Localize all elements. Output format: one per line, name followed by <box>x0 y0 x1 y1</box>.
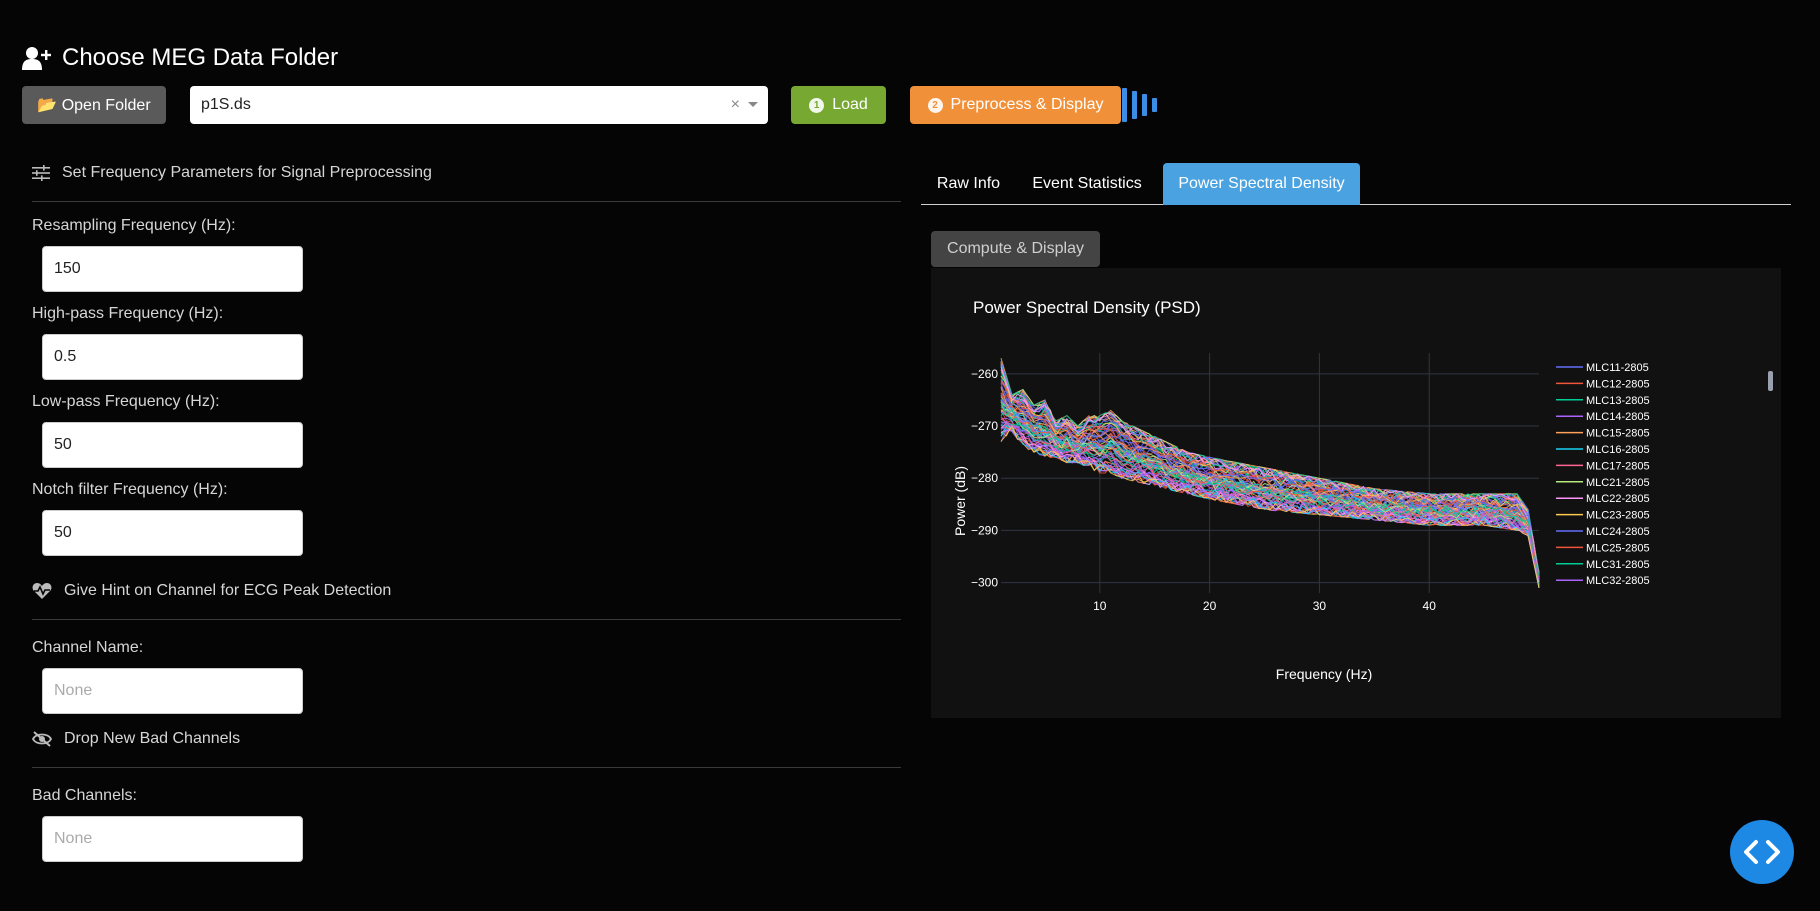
eye-slash-icon <box>32 731 52 747</box>
clear-icon[interactable]: × <box>731 96 740 114</box>
divider <box>32 767 901 768</box>
tab-bar: Raw Info Event Statistics Power Spectral… <box>921 163 1791 205</box>
legend-item[interactable]: MLC21-2805 <box>1586 477 1650 489</box>
load-label: Load <box>832 96 868 113</box>
step-two-icon: 2 <box>927 97 943 113</box>
legend-item[interactable]: MLC17-2805 <box>1586 460 1650 472</box>
psd-trace <box>1000 364 1540 578</box>
code-toggle-button[interactable] <box>1730 820 1794 884</box>
chart-title: Power Spectral Density (PSD) <box>973 298 1201 317</box>
bad-channels-label: Bad Channels: <box>32 787 137 804</box>
page-title: Choose MEG Data Folder <box>62 44 339 71</box>
settings-panel: Set Frequency Parameters for Signal Prep… <box>32 160 901 862</box>
resampling-frequency-input[interactable] <box>42 246 303 292</box>
frequency-section-header: Set Frequency Parameters for Signal Prep… <box>32 160 901 186</box>
highpass-frequency-input[interactable] <box>42 334 303 380</box>
legend-item[interactable]: MLC15-2805 <box>1586 428 1650 440</box>
psd-trace <box>1000 371 1540 577</box>
psd-trace <box>1000 382 1540 577</box>
y-tick-label: −290 <box>971 523 998 537</box>
legend-item[interactable]: MLC14-2805 <box>1586 411 1650 423</box>
x-axis-label: Frequency (Hz) <box>1276 666 1372 682</box>
bad-channels-section-header: Drop New Bad Channels <box>32 726 901 752</box>
preprocess-display-button[interactable]: 2 Preprocess & Display <box>910 86 1121 124</box>
frequency-section-title: Set Frequency Parameters for Signal Prep… <box>62 164 432 181</box>
sliders-icon <box>32 165 50 181</box>
step-one-icon: 1 <box>809 97 825 113</box>
tab-label: Event Statistics <box>1032 175 1142 192</box>
highpass-label: High-pass Frequency (Hz): <box>32 305 224 322</box>
psd-trace <box>1000 387 1540 575</box>
y-tick-label: −300 <box>971 576 998 590</box>
legend-item[interactable]: MLC16-2805 <box>1586 444 1650 456</box>
tab-raw-info[interactable]: Raw Info <box>921 163 1016 205</box>
x-tick-label: 30 <box>1313 599 1327 613</box>
psd-trace <box>1000 381 1540 580</box>
loading-spinner-icon <box>1122 86 1157 124</box>
legend-item[interactable]: MLC23-2805 <box>1586 510 1650 522</box>
legend-item[interactable]: MLC31-2805 <box>1586 559 1650 571</box>
lowpass-label: Low-pass Frequency (Hz): <box>32 393 220 410</box>
code-brackets-icon <box>1744 840 1780 864</box>
psd-chart: Power Spectral Density (PSD) Frequency (… <box>952 298 1773 682</box>
tab-event-statistics[interactable]: Event Statistics <box>1016 163 1158 205</box>
compute-display-button[interactable]: Compute & Display <box>931 231 1100 267</box>
divider <box>32 201 901 202</box>
y-tick-label: −270 <box>971 419 998 433</box>
channel-name-input[interactable] <box>42 668 303 714</box>
load-button[interactable]: 1 Load <box>791 86 886 124</box>
psd-trace <box>1000 369 1540 573</box>
tab-label: Raw Info <box>936 175 1001 192</box>
resampling-label: Resampling Frequency (Hz): <box>32 217 236 234</box>
open-folder-button[interactable]: 📂 Open Folder <box>22 86 166 124</box>
notch-frequency-input[interactable] <box>42 510 303 556</box>
legend-item[interactable]: MLC24-2805 <box>1586 526 1650 538</box>
divider <box>32 619 901 620</box>
page-header: Choose MEG Data Folder <box>22 44 338 72</box>
psd-trace <box>1000 358 1540 577</box>
legend-item[interactable]: MLC13-2805 <box>1586 395 1650 407</box>
heartbeat-icon <box>32 583 52 599</box>
folder-select[interactable]: p1S.ds × <box>190 86 768 124</box>
lowpass-frequency-input[interactable] <box>42 422 303 468</box>
bad-channels-input[interactable] <box>42 816 303 862</box>
tab-label: Power Spectral Density <box>1178 175 1345 192</box>
psd-trace <box>1000 369 1540 573</box>
legend-item[interactable]: MLC22-2805 <box>1586 493 1650 505</box>
ecg-section-title: Give Hint on Channel for ECG Peak Detect… <box>64 582 392 599</box>
psd-trace <box>1000 383 1540 576</box>
results-panel: Raw Info Event Statistics Power Spectral… <box>921 163 1791 718</box>
ecg-section-header: Give Hint on Channel for ECG Peak Detect… <box>32 578 901 604</box>
legend-item[interactable]: MLC32-2805 <box>1586 575 1650 587</box>
x-tick-label: 40 <box>1423 599 1437 613</box>
bad-channels-section-title: Drop New Bad Channels <box>64 730 241 747</box>
preprocess-label: Preprocess & Display <box>950 96 1104 113</box>
chevron-down-icon[interactable] <box>748 102 758 107</box>
legend-item[interactable]: MLC25-2805 <box>1586 542 1650 554</box>
open-folder-label: 📂 Open Folder <box>37 97 151 114</box>
notch-label: Notch filter Frequency (Hz): <box>32 481 228 498</box>
y-axis-label: Power (dB) <box>952 466 968 536</box>
y-tick-label: −280 <box>971 471 998 485</box>
tab-power-spectral-density[interactable]: Power Spectral Density <box>1163 163 1360 205</box>
psd-plot: Power Spectral Density (PSD) Frequency (… <box>931 268 1781 718</box>
legend-scrollbar[interactable] <box>1768 371 1773 391</box>
add-user-icon <box>22 47 51 70</box>
legend-item[interactable]: MLC11-2805 <box>1586 362 1649 374</box>
y-tick-label: −260 <box>971 367 998 381</box>
folder-select-value: p1S.ds <box>201 96 251 113</box>
legend-item[interactable]: MLC12-2805 <box>1586 378 1650 390</box>
toolbar: 📂 Open Folder p1S.ds × 1 Load 2 Preproce… <box>22 86 1192 124</box>
compute-display-label: Compute & Display <box>947 240 1084 257</box>
x-tick-label: 20 <box>1203 599 1217 613</box>
x-tick-label: 10 <box>1093 599 1107 613</box>
psd-trace <box>1000 375 1540 573</box>
channel-name-label: Channel Name: <box>32 639 144 656</box>
